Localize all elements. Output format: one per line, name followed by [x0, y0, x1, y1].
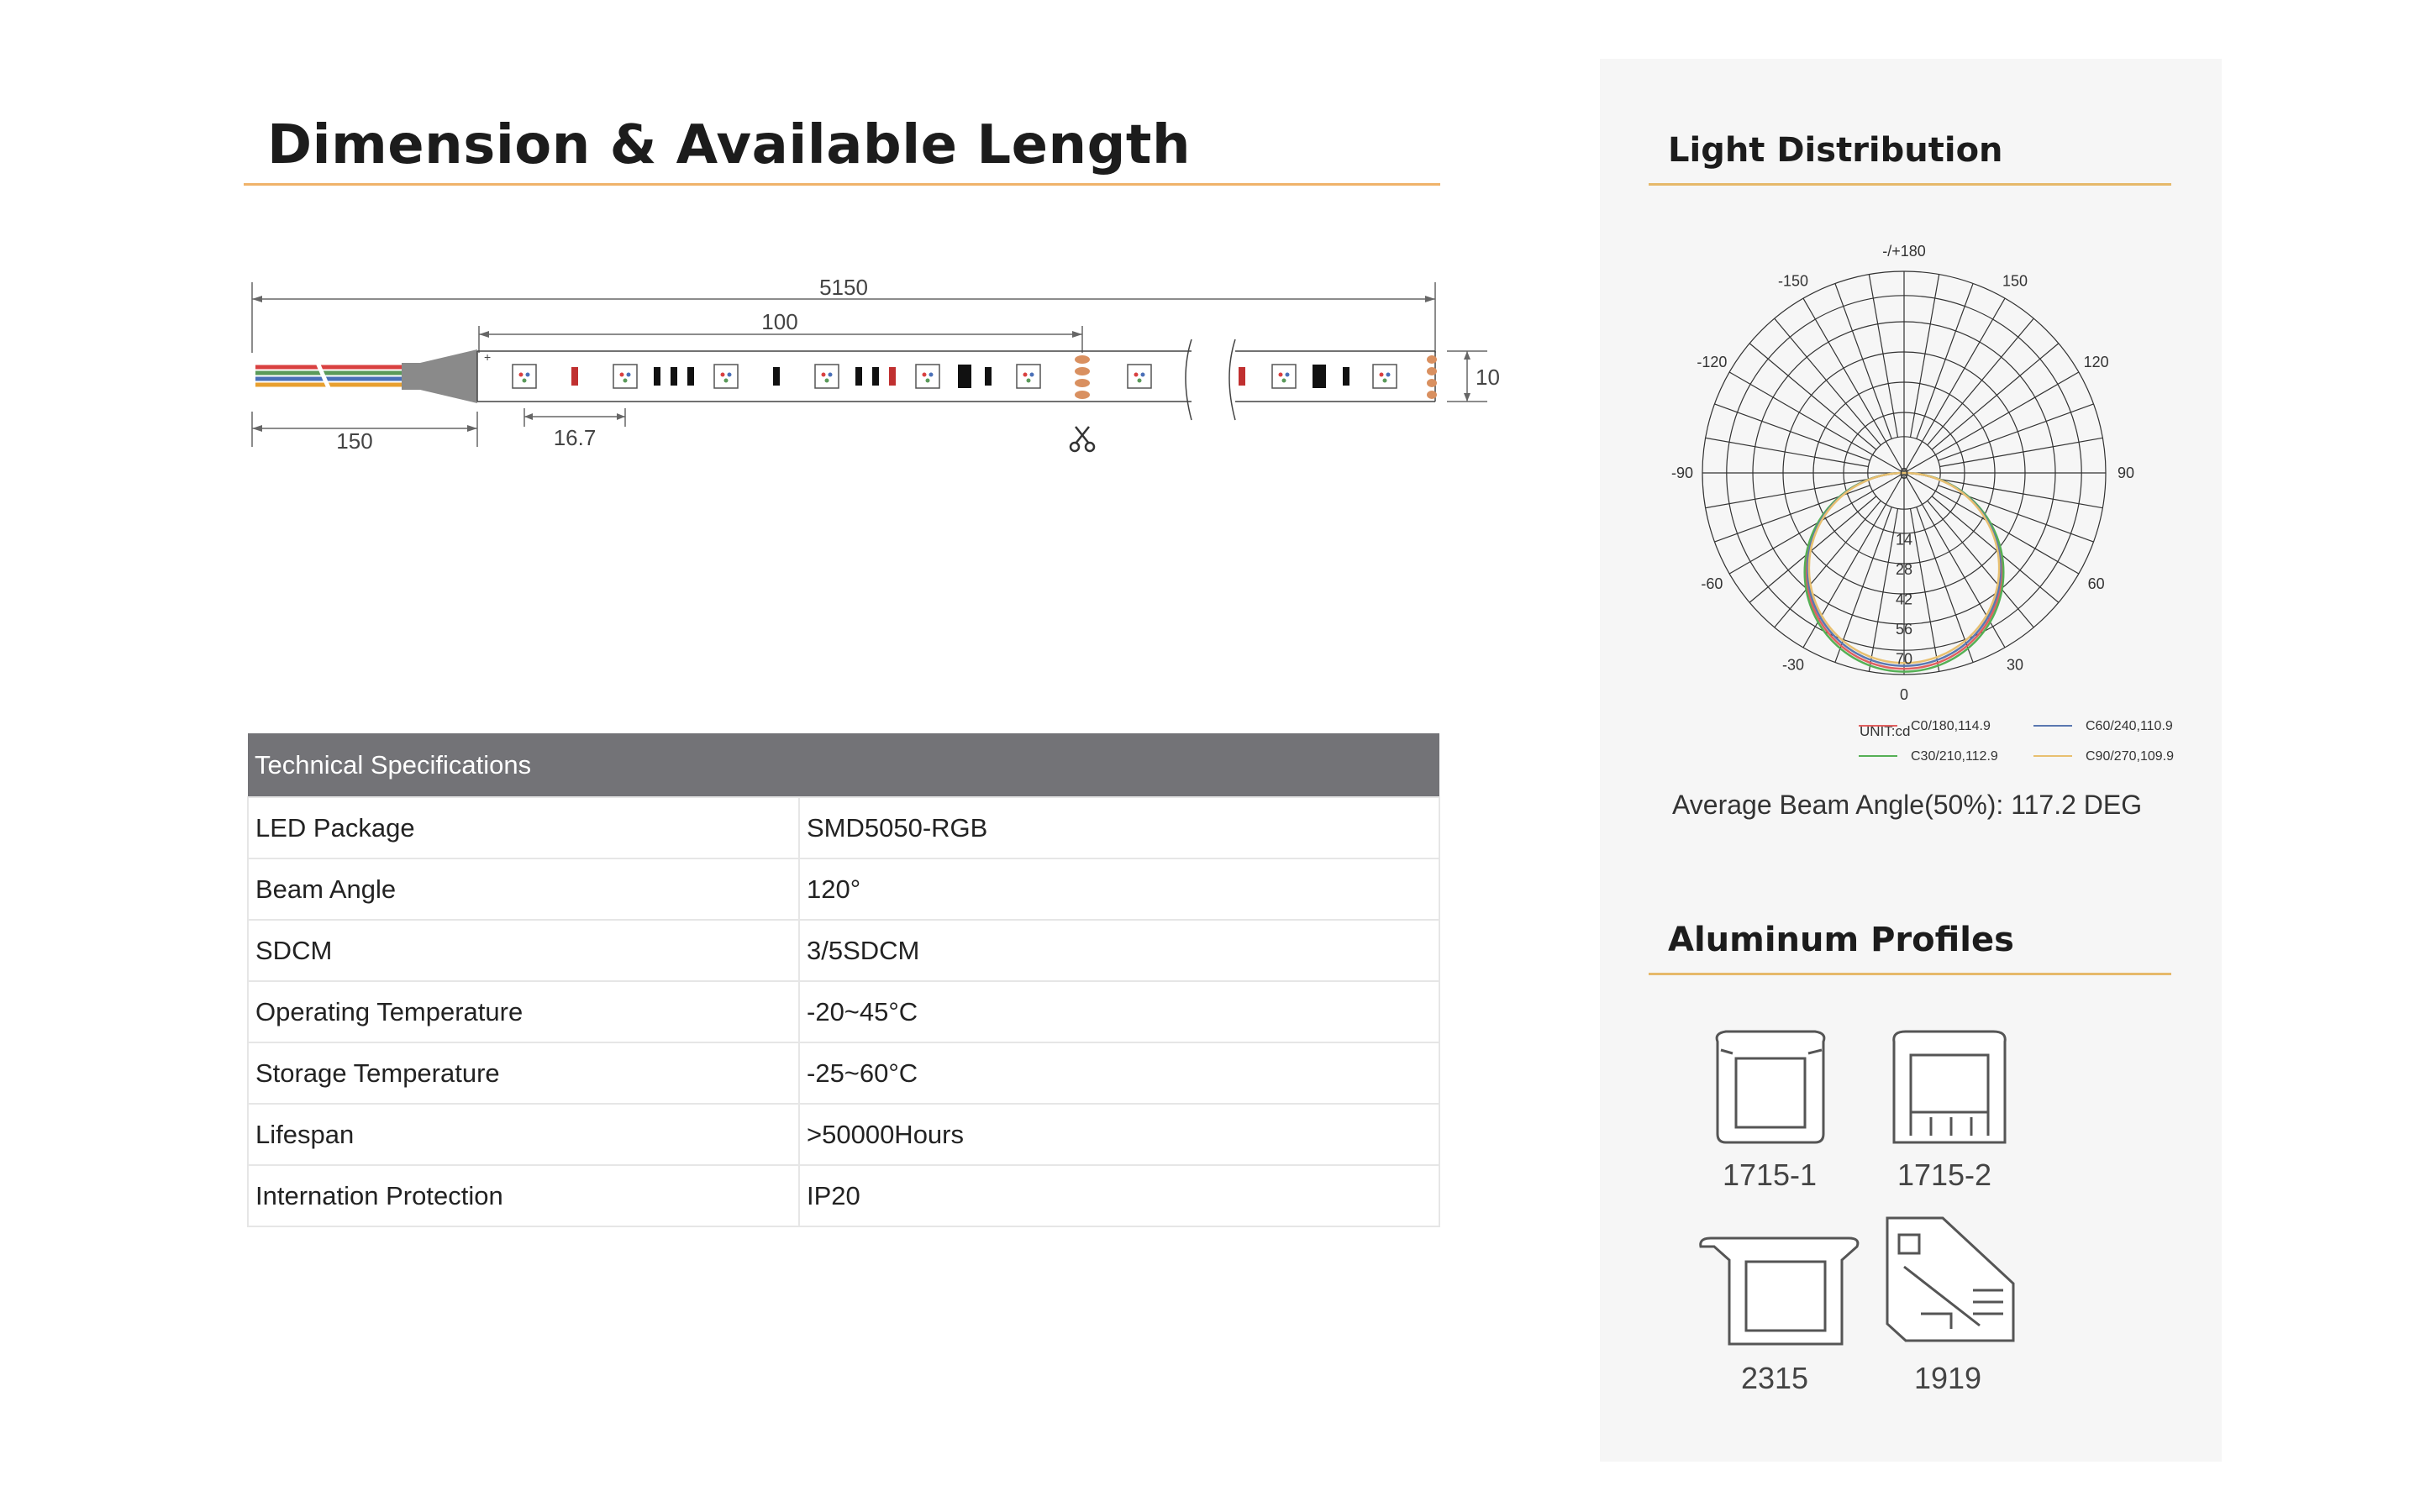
legend-label: C60/240,110.9: [2086, 719, 2173, 733]
led-chip: [713, 364, 739, 389]
spec-value: 120°: [798, 858, 1440, 921]
strip-connector: [402, 349, 477, 403]
led-chip: [1372, 364, 1397, 389]
legend-label: C30/210,112.9: [1911, 749, 1998, 764]
light-distribution-rule: [1649, 183, 2171, 186]
resistor: [571, 367, 578, 386]
cut-unit-label: 100: [761, 309, 797, 334]
legend-label: C0/180,114.9: [1911, 719, 1991, 733]
angle-tick-label: 150: [2002, 272, 2028, 289]
led-chip: [1016, 364, 1041, 389]
spec-label: LED Package: [247, 796, 800, 859]
angle-tick-label: 60: [2088, 575, 2105, 592]
radial-tick-label: 14: [1896, 532, 1912, 549]
polar-spoke: [1916, 283, 1974, 439]
ic-chip: [958, 365, 971, 388]
angle-tick-label: 30: [2007, 657, 2023, 674]
profile-2315-drawing: [1699, 1236, 1860, 1346]
radial-tick-label: 28: [1896, 561, 1912, 578]
polar-spoke: [1927, 500, 2034, 628]
table-row: SDCM 3/5SDCM: [247, 919, 1440, 982]
table-row: Internation Protection IP20: [247, 1164, 1440, 1227]
led-chip: [915, 364, 940, 389]
spec-value: SMD5050-RGB: [798, 796, 1440, 859]
radial-tick-label: 42: [1896, 591, 1912, 607]
profile-1919-drawing: [1886, 1216, 2015, 1342]
spec-value: IP20: [798, 1164, 1440, 1227]
aluminum-profiles-rule: [1649, 973, 2171, 975]
polar-spoke: [1834, 507, 1892, 663]
led-chip: [1271, 364, 1297, 389]
polar-spoke: [1931, 496, 2060, 603]
svg-text:+: +: [484, 350, 491, 364]
angle-tick-label: -150: [1778, 272, 1808, 289]
led-chip: [814, 364, 839, 389]
beam-angle-text: Average Beam Angle(50%): 117.2 DEG: [1672, 790, 2143, 820]
spec-label: Internation Protection: [247, 1164, 800, 1227]
spec-table-header: Technical Specifications: [248, 733, 1439, 797]
spec-label: Operating Temperature: [247, 980, 800, 1043]
spec-value: 3/5SDCM: [798, 919, 1440, 982]
profile-label: 2315: [1740, 1361, 1809, 1395]
legend-label: C90/270,109.9: [2086, 749, 2174, 764]
spec-value: -25~60°C: [798, 1042, 1440, 1105]
table-row: Storage Temperature -25~60°C: [247, 1042, 1440, 1105]
scissors-icon: [1069, 426, 1096, 453]
spec-label: Beam Angle: [247, 858, 800, 921]
angle-tick-label: -/+180: [1882, 243, 1926, 260]
profile-label: 1715-1: [1722, 1158, 1818, 1192]
angle-tick-label: -120: [1697, 354, 1727, 370]
polar-spoke: [1774, 318, 1881, 446]
table-row: Operating Temperature -20~45°C: [247, 980, 1440, 1043]
spec-label: Lifespan: [247, 1103, 800, 1166]
radial-tick-label: 70: [1896, 650, 1912, 667]
polar-spoke: [1916, 507, 1974, 663]
polar-spoke: [1938, 485, 2094, 543]
angle-tick-label: 120: [2084, 354, 2109, 370]
polar-spoke: [1834, 283, 1892, 439]
polar-chart: -/+180 150 120 90 60 30 0 -30 -60 -90 -120 -150 0 14 2…: [1671, 243, 2174, 764]
polar-spoke: [1931, 343, 2060, 450]
aluminum-profiles-title: Aluminum Profiles: [1668, 921, 2014, 959]
angle-tick-label: -60: [1701, 575, 1723, 592]
angle-tick-label: -30: [1782, 657, 1804, 674]
polar-spoke: [1749, 343, 1877, 450]
table-row: LED Package SMD5050-RGB: [247, 796, 1440, 859]
polar-spoke: [1714, 403, 1870, 461]
polar-spoke: [1938, 403, 2094, 461]
profile-label: 1715-2: [1897, 1158, 1992, 1192]
angle-tick-label: -90: [1671, 465, 1693, 481]
radial-tick-label: 0: [1900, 465, 1908, 482]
led-chip: [613, 364, 638, 389]
total-length-label: 5150: [819, 275, 868, 300]
led-pitch-label: 16.7: [554, 425, 597, 450]
spec-value: -20~45°C: [798, 980, 1440, 1043]
angle-tick-label: 0: [1900, 686, 1908, 703]
table-row: Lifespan >50000Hours: [247, 1103, 1440, 1166]
angle-tick-label: 90: [2118, 465, 2134, 481]
led-chip: [512, 364, 537, 389]
lead-length-label: 150: [336, 428, 372, 454]
profile-label: 1919: [1913, 1361, 1982, 1395]
light-distribution-title: Light Distribution: [1668, 131, 2003, 170]
polar-spoke: [1774, 500, 1881, 628]
spec-label: Storage Temperature: [247, 1042, 800, 1105]
polar-spoke: [1714, 485, 1870, 543]
strip-dimension-drawing: + 5150 100 150 16.7 10: [251, 275, 1500, 454]
polar-spoke: [1927, 318, 2034, 446]
radial-tick-label: 56: [1896, 621, 1912, 638]
led-chip: [1127, 364, 1152, 389]
spec-label: SDCM: [247, 919, 800, 982]
spec-value: >50000Hours: [798, 1103, 1440, 1166]
width-label: 10: [1476, 365, 1500, 390]
spec-table: Technical Specifications LED Package SMD5…: [247, 733, 1440, 1227]
polar-spoke: [1749, 496, 1877, 603]
table-row: Beam Angle 120°: [247, 858, 1440, 921]
